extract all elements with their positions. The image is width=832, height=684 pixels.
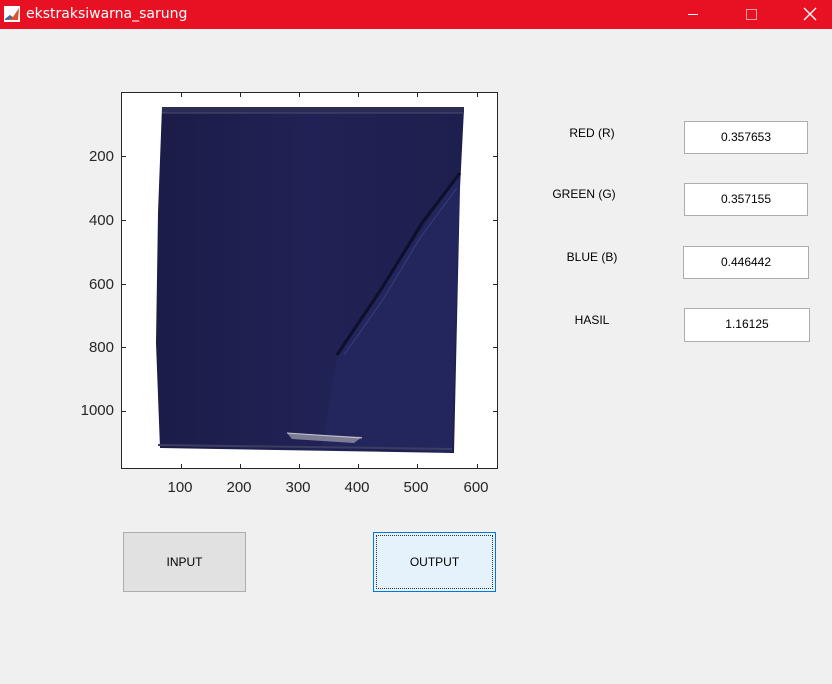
x-tick-label: 300	[285, 479, 311, 496]
y-tick-label: 400	[88, 212, 114, 229]
blue-label: BLUE (B)	[566, 250, 618, 264]
minimize-button[interactable]	[670, 0, 716, 29]
y-tick	[493, 347, 497, 348]
x-tick	[477, 93, 478, 97]
x-tick	[358, 464, 359, 468]
x-tick	[417, 464, 418, 468]
x-tick	[299, 93, 300, 97]
green-value-field[interactable]: 0.357155	[684, 183, 808, 216]
blue-value-field[interactable]: 0.446442	[683, 246, 809, 279]
y-tick	[122, 156, 126, 157]
y-tick	[122, 347, 126, 348]
close-button[interactable]	[786, 0, 832, 29]
x-tick	[417, 93, 418, 97]
hasil-label: HASIL	[574, 313, 610, 327]
input-button-label: INPUT	[166, 555, 203, 569]
green-label: GREEN (G)	[552, 187, 616, 201]
red-value-field[interactable]: 0.357653	[684, 121, 808, 154]
x-tick-label: 400	[344, 479, 370, 496]
y-tick-label: 600	[88, 276, 114, 293]
fabric-image	[156, 107, 464, 453]
maximize-button[interactable]	[728, 0, 774, 29]
y-tick	[122, 284, 126, 285]
y-tick	[122, 411, 126, 412]
hasil-value-field[interactable]: 1.16125	[684, 308, 810, 342]
y-tick	[122, 220, 126, 221]
title-bar: ekstraksiwarna_sarung	[0, 0, 832, 29]
minimize-icon	[688, 14, 698, 15]
x-tick	[181, 93, 182, 97]
y-tick	[493, 284, 497, 285]
x-tick	[240, 93, 241, 97]
input-button[interactable]: INPUT	[123, 532, 246, 592]
window-title: ekstraksiwarna_sarung	[26, 6, 188, 22]
x-tick	[240, 464, 241, 468]
red-label: RED (R)	[569, 126, 615, 140]
y-tick	[493, 411, 497, 412]
output-button[interactable]: OUTPUT	[373, 532, 496, 592]
x-tick-label: 600	[463, 479, 489, 496]
x-tick	[358, 93, 359, 97]
y-tick	[493, 220, 497, 221]
x-tick	[181, 464, 182, 468]
y-tick-label: 1000	[80, 402, 114, 419]
maximize-icon	[746, 9, 757, 20]
y-tick-label: 200	[88, 148, 114, 165]
image-axes[interactable]	[121, 92, 498, 469]
output-button-label: OUTPUT	[409, 555, 460, 569]
y-tick	[493, 156, 497, 157]
close-icon	[803, 7, 817, 21]
x-tick	[477, 464, 478, 468]
matlab-icon	[4, 6, 20, 22]
y-tick-label: 800	[88, 339, 114, 356]
x-tick-label: 100	[167, 479, 193, 496]
x-tick-label: 200	[226, 479, 252, 496]
x-tick-label: 500	[403, 479, 429, 496]
x-tick	[299, 464, 300, 468]
